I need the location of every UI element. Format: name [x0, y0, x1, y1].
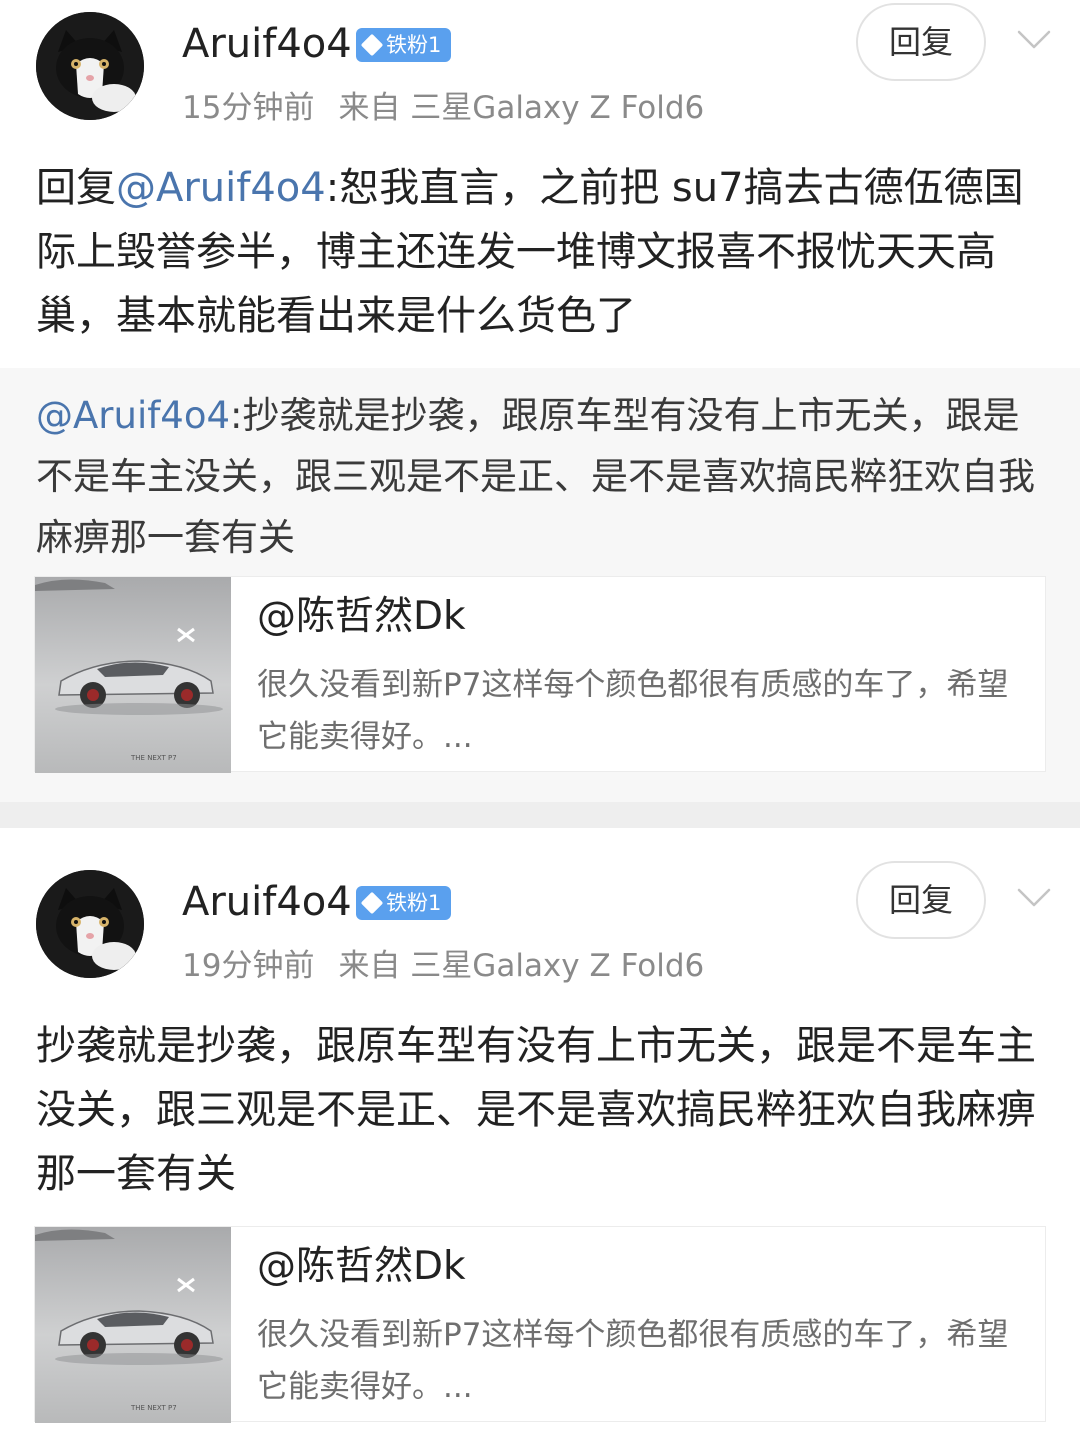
comment-body: 抄袭就是抄袭，跟原车型有没有上市无关，跟是不是车主没关，跟三观是不是正、是不是喜…: [36, 1023, 1036, 1197]
avatar[interactable]: [36, 12, 144, 120]
reply-prefix: 回复: [36, 165, 116, 211]
card-excerpt: 很久没看到新P7这样每个颜色都很有质感的车了，希望它能卖得好。...: [257, 667, 1009, 755]
timestamp: 19分钟前: [182, 948, 315, 984]
reply-button[interactable]: 回复: [856, 861, 986, 939]
device-source: 来自 三星Galaxy Z Fold6: [338, 948, 705, 984]
comment-body: 回复@Aruif4o4:恕我直言，之前把 su7搞去古德伍德国际上毁誉参半，博主…: [36, 156, 1048, 348]
username[interactable]: Aruif4o4: [182, 878, 352, 926]
original-post-card[interactable]: THE NEXT P7 @陈哲然Dk 很久没看到新P7这样每个颜色都很有质感的车…: [34, 576, 1046, 773]
fan-badge: 铁粉1: [356, 886, 452, 920]
diamond-icon: [360, 891, 384, 915]
thumb-caption: THE NEXT P7: [130, 754, 177, 762]
timestamp: 15分钟前: [182, 90, 315, 126]
fan-badge: 铁粉1: [356, 28, 452, 62]
fan-badge-label: 铁粉1: [386, 891, 442, 915]
car-thumbnail: THE NEXT P7: [35, 577, 231, 773]
mention-link[interactable]: @Aruif4o4: [36, 394, 230, 437]
mention-link[interactable]: @Aruif4o4: [116, 165, 326, 211]
car-image-icon: THE NEXT P7: [35, 577, 231, 773]
fan-badge-label: 铁粉1: [386, 33, 442, 57]
avatar[interactable]: [36, 870, 144, 978]
card-excerpt: 很久没看到新P7这样每个颜色都很有质感的车了，希望它能卖得好。...: [257, 1317, 1009, 1405]
username[interactable]: Aruif4o4: [182, 20, 352, 68]
car-thumbnail: THE NEXT P7: [35, 1227, 231, 1423]
thumb-caption: THE NEXT P7: [130, 1404, 177, 1412]
car-image-icon: THE NEXT P7: [35, 1227, 231, 1423]
chevron-down-icon[interactable]: [1016, 28, 1052, 52]
device-source: 来自 三星Galaxy Z Fold6: [338, 90, 705, 126]
quoted-comment[interactable]: @Aruif4o4:抄袭就是抄袭，跟原车型有没有上市无关，跟是不是车主没关，跟三…: [0, 368, 1080, 802]
cat-avatar-icon: [36, 870, 144, 978]
comment-post-1: Aruif4o4 铁粉1 15分钟前 来自 三星Galaxy Z Fold6 回复…: [0, 0, 1080, 802]
reply-button[interactable]: 回复: [856, 3, 986, 81]
quoted-comment-text: @Aruif4o4:抄袭就是抄袭，跟原车型有没有上市无关，跟是不是车主没关，跟三…: [36, 385, 1048, 568]
post-divider: [0, 802, 1080, 828]
card-author[interactable]: @陈哲然Dk: [257, 1241, 466, 1293]
post-meta: 15分钟前 来自 三星Galaxy Z Fold6: [182, 88, 704, 128]
diamond-icon: [360, 33, 384, 57]
card-author[interactable]: @陈哲然Dk: [257, 591, 466, 643]
chevron-down-icon[interactable]: [1016, 886, 1052, 910]
cat-avatar-icon: [36, 12, 144, 120]
comment-post-2: Aruif4o4 铁粉1 19分钟前 来自 三星Galaxy Z Fold6 回复…: [0, 828, 1080, 1452]
post-meta: 19分钟前 来自 三星Galaxy Z Fold6: [182, 946, 704, 986]
original-post-card[interactable]: THE NEXT P7 @陈哲然Dk 很久没看到新P7这样每个颜色都很有质感的车…: [34, 1226, 1046, 1423]
